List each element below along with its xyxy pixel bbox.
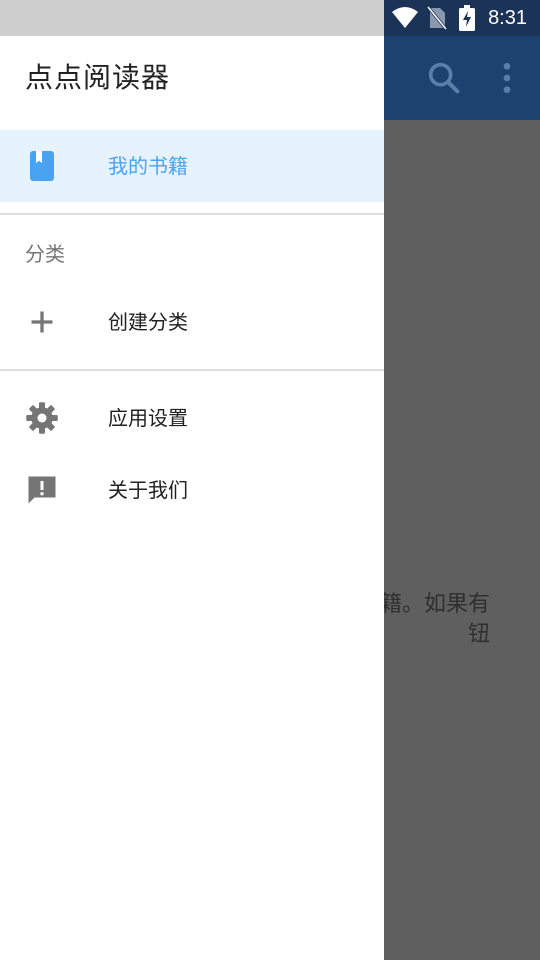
nav-label-about-us: 关于我们 — [108, 478, 188, 502]
drawer-divider — [0, 213, 384, 215]
status-bar: 8:31 — [0, 0, 540, 36]
nav-item-my-books[interactable]: 我的书籍 — [0, 130, 384, 202]
nav-label-my-books: 我的书籍 — [108, 154, 188, 178]
category-section-header: 分类 — [25, 242, 65, 266]
wifi-icon — [392, 7, 418, 28]
nav-item-app-settings[interactable]: 应用设置 — [0, 382, 384, 454]
more-vert-icon[interactable] — [487, 58, 527, 98]
search-icon[interactable] — [424, 58, 464, 98]
nav-label-create-category: 创建分类 — [108, 310, 188, 334]
nav-item-about-us[interactable]: 关于我们 — [0, 454, 384, 526]
nav-item-create-category[interactable]: 创建分类 — [0, 286, 384, 358]
no-sim-icon — [427, 6, 447, 30]
status-bar-left — [0, 0, 384, 36]
nav-label-app-settings: 应用设置 — [108, 406, 188, 430]
status-bar-right: 8:31 — [384, 0, 540, 36]
drawer-app-title: 点点阅读器 — [25, 61, 171, 94]
drawer-divider — [0, 369, 384, 371]
battery-charging-icon — [459, 5, 475, 31]
clock: 8:31 — [488, 7, 527, 29]
add-icon — [31, 311, 53, 333]
book-icon — [30, 151, 54, 181]
feedback-icon — [28, 476, 56, 504]
settings-gear-icon — [26, 402, 58, 434]
navigation-drawer: 点点阅读器 我的书籍 分类 创建分类 应用设置 关于我们 — [0, 36, 384, 960]
